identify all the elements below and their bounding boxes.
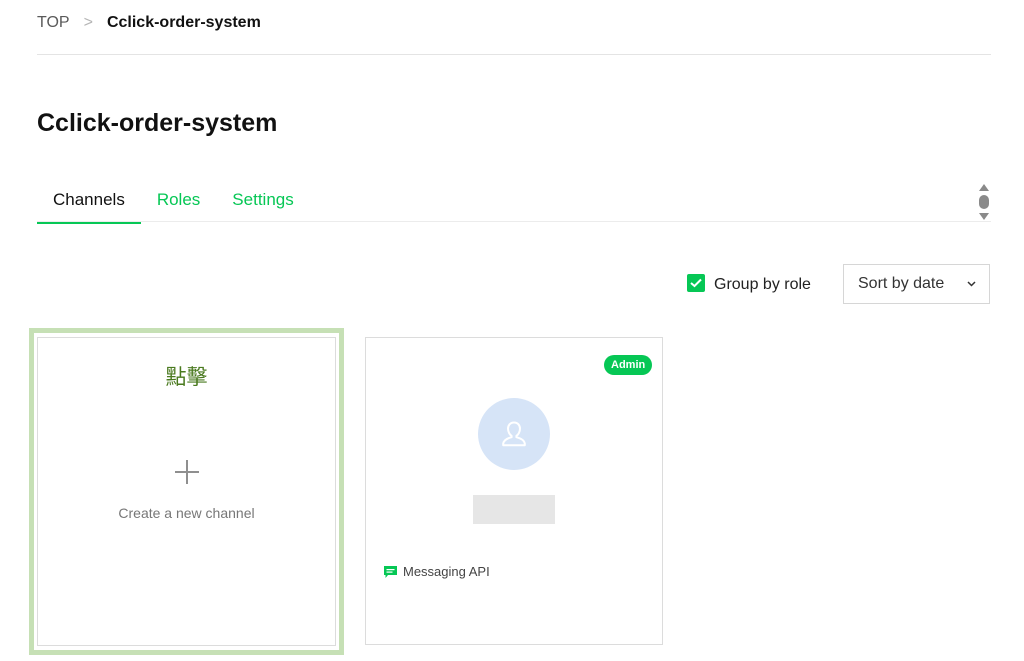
group-by-role-toggle[interactable]: Group by role <box>687 272 811 294</box>
channel-card[interactable]: Admin Messaging API <box>365 337 663 645</box>
tabs-divider <box>37 221 991 222</box>
breadcrumb-separator-icon: > <box>83 14 93 31</box>
breadcrumb-current: Cclick-order-system <box>106 14 261 31</box>
tab-roles[interactable]: Roles <box>141 184 216 216</box>
tab-channels[interactable]: Channels <box>37 184 141 224</box>
header-divider <box>37 54 991 55</box>
chevron-down-icon <box>966 279 976 289</box>
create-channel-label: Create a new channel <box>118 505 255 521</box>
scroll-down-icon[interactable] <box>979 213 989 220</box>
plus-icon <box>175 460 199 484</box>
scroll-thumb[interactable] <box>979 195 989 209</box>
sort-select-value: Sort by date <box>858 275 945 292</box>
scrollbar[interactable] <box>978 182 990 224</box>
provider-page: TOP > Cclick-order-system Cclick-order-s… <box>0 0 1024 661</box>
avatar <box>478 398 550 470</box>
admin-badge: Admin <box>604 355 653 375</box>
user-icon <box>502 421 526 447</box>
scroll-up-icon[interactable] <box>979 184 989 191</box>
group-by-role-checkbox[interactable] <box>687 274 705 292</box>
breadcrumb-top-link[interactable]: TOP <box>37 14 70 32</box>
channel-name-placeholder <box>473 495 555 524</box>
check-icon <box>690 278 702 288</box>
message-icon <box>384 565 397 578</box>
sort-select[interactable]: Sort by date <box>843 264 990 304</box>
tab-bar: Channels Roles Settings <box>37 184 310 224</box>
channel-type: Messaging API <box>384 564 490 579</box>
group-by-role-label: Group by role <box>714 276 811 293</box>
tab-settings[interactable]: Settings <box>216 184 309 216</box>
create-channel-card[interactable]: 點擊 Create a new channel <box>37 337 336 646</box>
page-title: Cclick-order-system <box>37 109 278 137</box>
channel-type-label: Messaging API <box>403 564 490 579</box>
click-annotation: 點擊 <box>165 365 208 389</box>
breadcrumb: TOP > Cclick-order-system <box>37 13 261 33</box>
